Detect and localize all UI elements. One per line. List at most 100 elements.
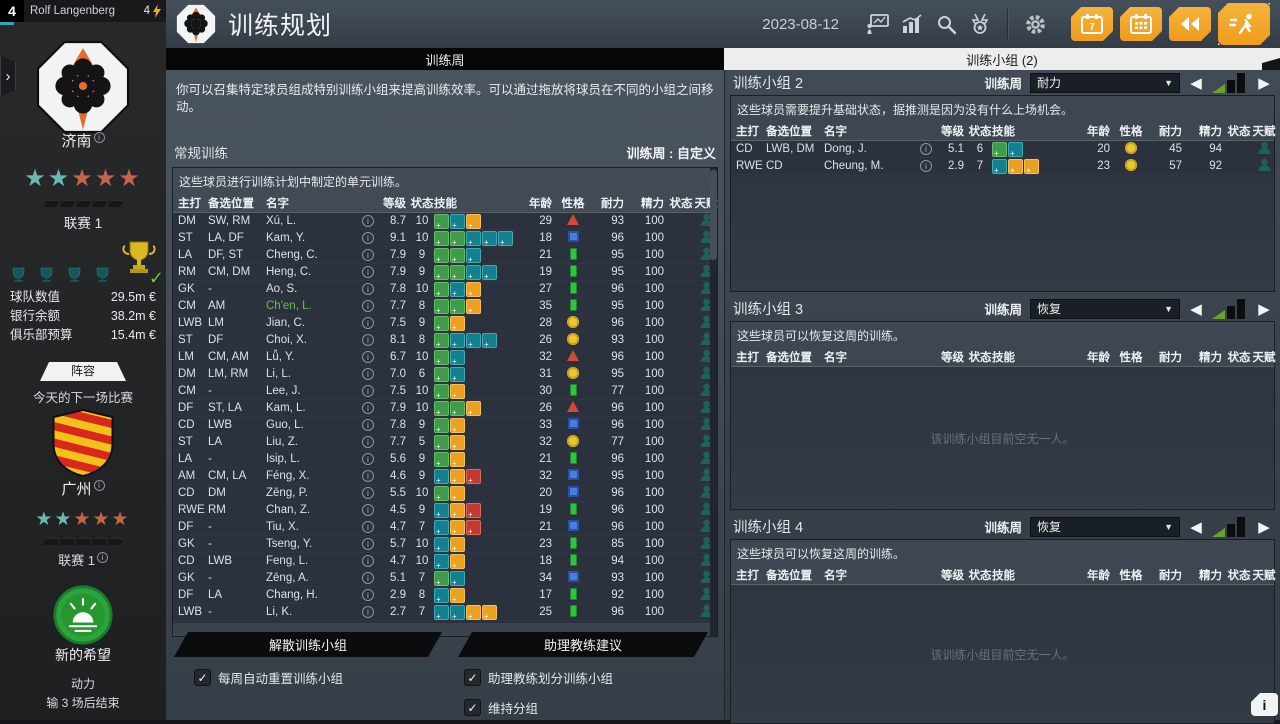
info-icon[interactable]: i — [362, 453, 374, 465]
player-row[interactable]: DFST, LAKam, L.i7.9102696100 — [173, 400, 717, 417]
info-icon[interactable]: i — [362, 402, 374, 414]
club-crest[interactable] — [0, 40, 166, 139]
player-row[interactable]: LMCM, AMLǚ, Y.i6.7103296100 — [173, 349, 717, 366]
next-arrow[interactable]: ▶ — [1256, 518, 1272, 536]
opponent-crest[interactable] — [0, 408, 166, 483]
info-icon[interactable]: i — [362, 368, 374, 380]
player-row[interactable]: LADF, STCheng, C.i7.992195100 — [173, 247, 717, 264]
player-row[interactable]: GK-Ao, S.i7.8102796100 — [173, 281, 717, 298]
info-icon[interactable]: i — [362, 572, 374, 584]
awards-icon[interactable] — [967, 11, 993, 37]
checkbox-auto-reset[interactable]: ✓ 每周自动重置训练小组 — [194, 668, 343, 687]
info-icon[interactable]: i — [362, 334, 374, 346]
trophy-icon[interactable] — [38, 266, 55, 283]
cell-status: 7 — [410, 521, 434, 533]
player-row[interactable]: CDLWBGuo, L.i7.893396100 — [173, 417, 717, 434]
opponent-league[interactable]: 联赛 1 — [58, 553, 95, 568]
info-icon[interactable]: i — [362, 351, 374, 363]
scrollbar[interactable] — [710, 168, 717, 636]
regular-week-value[interactable]: 训练周 : 自定义 — [626, 143, 716, 162]
info-icon[interactable]: i — [97, 552, 108, 563]
info-icon[interactable]: i — [362, 283, 374, 295]
week-dropdown[interactable]: 恢复▼ — [1030, 299, 1180, 319]
player-row[interactable]: DMSW, RMXú, L.i8.7102993100 — [173, 213, 717, 230]
player-row[interactable]: STLALiu, Z.i7.753277100 — [173, 434, 717, 451]
info-icon[interactable]: i — [362, 487, 374, 499]
player-row[interactable]: DF-Tiu, X.i4.772196100 — [173, 519, 717, 536]
search-icon[interactable] — [933, 11, 959, 37]
info-icon[interactable]: i — [362, 232, 374, 244]
manager-strip[interactable]: 4 Rolf Langenberg 4 — [0, 0, 166, 22]
info-icon[interactable]: i — [920, 143, 932, 155]
go-to-date-button[interactable]: 7 — [1071, 7, 1113, 41]
week-dropdown[interactable]: 耐力▼ — [1030, 73, 1180, 93]
week-label: 训练周 — [984, 73, 1022, 92]
player-row[interactable]: CDLWBFeng, L.i4.7101894100 — [173, 553, 717, 570]
info-icon[interactable]: i — [94, 480, 105, 491]
info-icon[interactable]: i — [362, 300, 374, 312]
info-icon[interactable]: i — [362, 419, 374, 431]
player-row[interactable]: LWBLMJian, C.i7.592896100 — [173, 315, 717, 332]
player-row[interactable]: CDLWB, DMDong, J.i5.16204594 — [731, 141, 1274, 158]
player-row[interactable]: AMCM, LAFéng, X.i4.693295100 — [173, 468, 717, 485]
club-name[interactable]: 济南 — [61, 133, 91, 150]
opponent-name[interactable]: 广州 — [61, 481, 91, 498]
player-row[interactable]: GK-Tseng, Y.i5.7102385100 — [173, 536, 717, 553]
trophy-icon[interactable] — [94, 266, 111, 283]
trophy-icon[interactable] — [10, 266, 27, 283]
tactics-board-icon[interactable] — [865, 11, 891, 37]
player-row[interactable]: GK-Zēng, A.i5.173493100 — [173, 570, 717, 587]
player-row[interactable]: DFLAChang, H.i2.981792100 — [173, 587, 717, 604]
player-row[interactable]: CDDMZēng, P.i5.5102096100 — [173, 485, 717, 502]
info-icon[interactable]: i — [362, 589, 374, 601]
calendar-button[interactable] — [1120, 7, 1162, 41]
info-icon[interactable]: i — [362, 555, 374, 567]
assistant-suggest-button[interactable]: 助理教练建议 — [458, 632, 708, 657]
info-icon[interactable]: i — [362, 538, 374, 550]
stats-icon[interactable] — [899, 11, 925, 37]
prev-arrow[interactable]: ◀ — [1188, 518, 1204, 536]
player-row[interactable]: DMLM, RMLi, L.i7.063195100 — [173, 366, 717, 383]
confidence-logo[interactable] — [0, 584, 166, 651]
next-arrow[interactable]: ▶ — [1256, 300, 1272, 318]
info-icon[interactable]: i — [362, 606, 374, 618]
player-row[interactable]: RWERMChan, Z.i4.591996100 — [173, 502, 717, 519]
info-icon[interactable]: i — [920, 160, 932, 172]
checkbox-keep-groups[interactable]: ✓ 维持分组 — [464, 698, 538, 717]
info-icon[interactable]: i — [362, 317, 374, 329]
player-row[interactable]: LA-Isip, L.i5.692196100 — [173, 451, 717, 468]
continue-button[interactable] — [1218, 3, 1270, 45]
rewind-button[interactable] — [1169, 7, 1211, 41]
dissolve-groups-button[interactable]: 解散训练小组 — [174, 632, 442, 657]
info-icon[interactable]: i — [362, 521, 374, 533]
player-row[interactable]: RWECDCheung, M.i2.97235792 — [731, 158, 1274, 175]
info-icon[interactable]: i — [362, 470, 374, 482]
player-row[interactable]: CM-Lee, J.i7.5103077100 — [173, 383, 717, 400]
week-dropdown[interactable]: 恢复▼ — [1030, 517, 1180, 537]
tab-training-groups[interactable]: 训练小组 (2) — [724, 48, 1280, 70]
info-icon[interactable]: i — [362, 215, 374, 227]
player-row[interactable]: STLA, DFKam, Y.i9.1101896100 — [173, 230, 717, 247]
player-row[interactable]: LWB-Li, K.i2.772596100 — [173, 604, 717, 621]
info-icon[interactable]: i — [362, 249, 374, 261]
next-arrow[interactable]: ▶ — [1256, 74, 1272, 92]
settings-gear-icon[interactable] — [1022, 11, 1048, 37]
player-row[interactable]: CMAMCh'en, L.i7.783595100 — [173, 298, 717, 315]
club-league[interactable]: 联赛 1 — [0, 212, 166, 232]
skill-icon — [450, 554, 465, 569]
checkbox-assistant-split[interactable]: ✓ 助理教练划分训练小组 — [464, 668, 613, 687]
info-icon[interactable]: i — [94, 132, 105, 143]
trophy-icon[interactable] — [66, 266, 83, 283]
player-row[interactable]: RMCM, DMHeng, C.i7.991995100 — [173, 264, 717, 281]
cell-player-name: Lǚ, Y. — [266, 351, 362, 363]
info-icon[interactable]: i — [362, 504, 374, 516]
player-row[interactable]: STDFChoi, X.i8.182693100 — [173, 332, 717, 349]
prev-arrow[interactable]: ◀ — [1188, 74, 1204, 92]
cell-personality — [556, 605, 590, 620]
tab-training-week[interactable]: 训练周 — [166, 48, 724, 70]
squad-tab[interactable]: 阵容 — [40, 362, 126, 381]
info-icon[interactable]: i — [362, 385, 374, 397]
prev-arrow[interactable]: ◀ — [1188, 300, 1204, 318]
info-icon[interactable]: i — [362, 436, 374, 448]
info-icon[interactable]: i — [362, 266, 374, 278]
